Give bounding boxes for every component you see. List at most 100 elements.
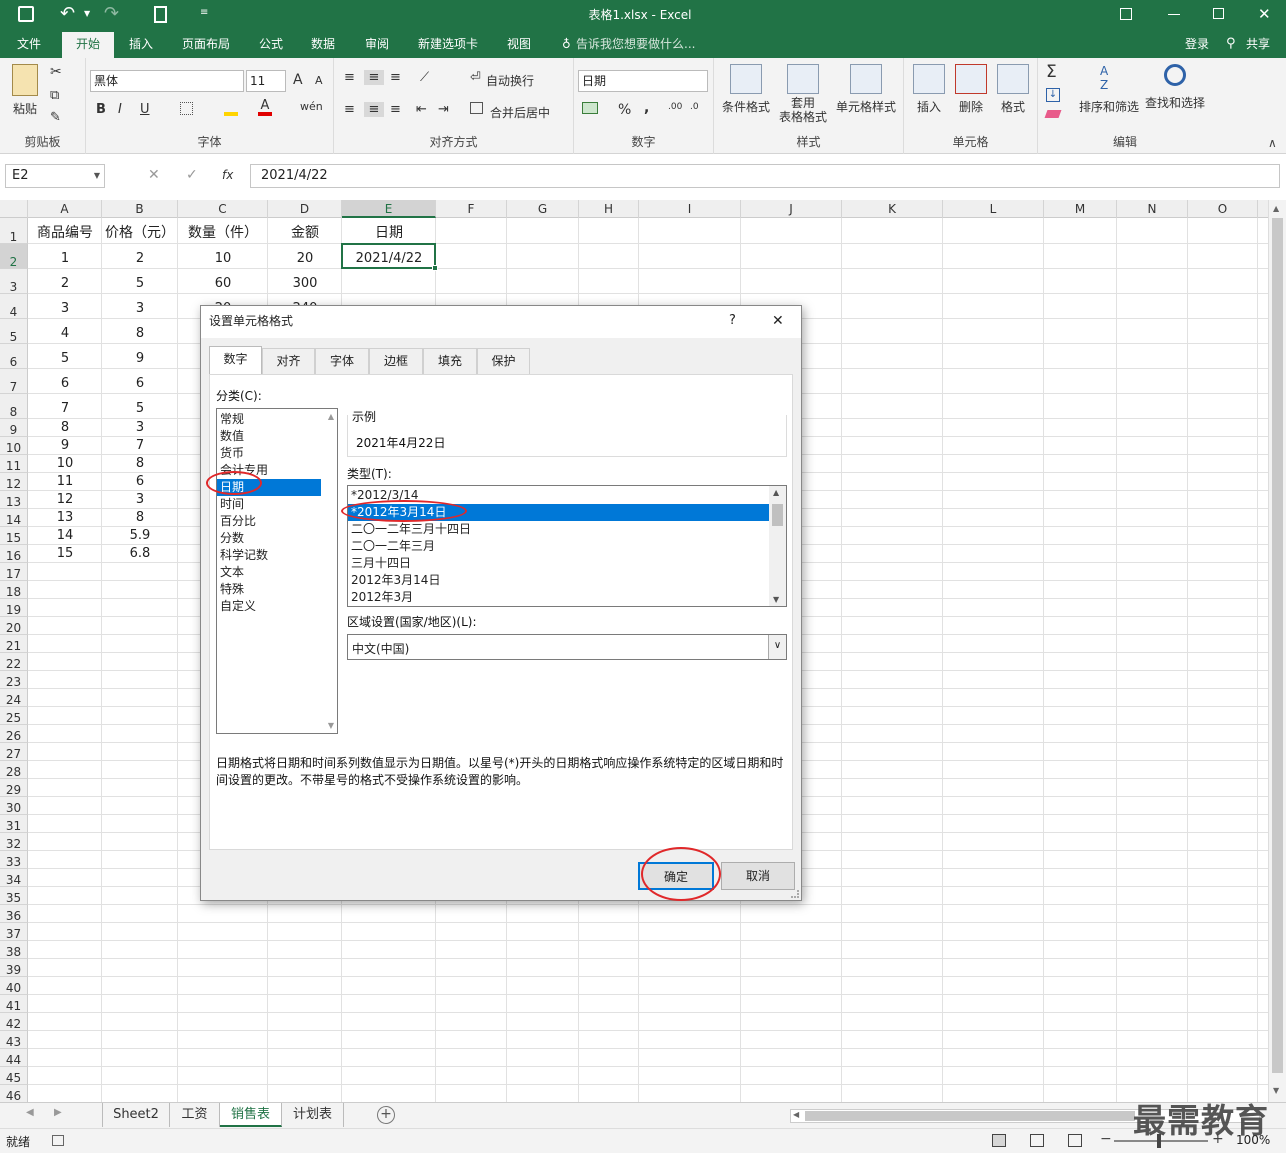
row-header-17[interactable]: 17: [0, 563, 28, 581]
category-item[interactable]: 百分比: [217, 513, 321, 530]
category-item[interactable]: 自定义: [217, 598, 321, 615]
row-header-2[interactable]: 2: [0, 244, 28, 269]
align-top-icon[interactable]: ≡: [344, 70, 355, 85]
cancel-entry-icon[interactable]: ✕: [148, 167, 160, 183]
currency-icon[interactable]: [582, 102, 598, 114]
tab-protection[interactable]: 保护: [477, 348, 530, 374]
row-header-24[interactable]: 24: [0, 689, 28, 707]
row-header-34[interactable]: 34: [0, 869, 28, 887]
column-header-M[interactable]: M: [1044, 200, 1117, 218]
cell-A5[interactable]: 4: [28, 319, 102, 344]
row-header-19[interactable]: 19: [0, 599, 28, 617]
horizontal-scroll-thumb[interactable]: [805, 1111, 1135, 1121]
help-button[interactable]: ?: [729, 306, 736, 336]
locale-select[interactable]: 中文(中国) ∨: [347, 634, 787, 660]
type-item[interactable]: 2012年3月: [348, 589, 769, 606]
cell-A1[interactable]: 商品编号: [28, 218, 102, 244]
prev-sheet-icon[interactable]: ◀: [26, 1107, 34, 1118]
tab-alignment[interactable]: 对齐: [262, 348, 315, 374]
scroll-down-icon[interactable]: ▼: [1273, 1086, 1279, 1095]
row-header-20[interactable]: 20: [0, 617, 28, 635]
dropdown-icon[interactable]: ▼: [84, 9, 90, 18]
tab-review[interactable]: 审阅: [354, 30, 400, 58]
cell-A7[interactable]: 6: [28, 369, 102, 394]
tab-insert[interactable]: 插入: [118, 30, 164, 58]
type-list-scrollbar[interactable]: ▲ ▼: [769, 486, 786, 606]
cell-B5[interactable]: 8: [102, 319, 178, 344]
cell-B1[interactable]: 价格（元）: [102, 218, 178, 244]
name-box[interactable]: E2 ▼: [5, 164, 105, 188]
row-header-31[interactable]: 31: [0, 815, 28, 833]
new-file-icon[interactable]: [154, 6, 167, 23]
cell-A12[interactable]: 11: [28, 473, 102, 491]
macro-record-icon[interactable]: [52, 1135, 64, 1146]
column-header-H[interactable]: H: [579, 200, 639, 218]
cell-D3[interactable]: 300: [268, 269, 342, 294]
cell-B10[interactable]: 7: [102, 437, 178, 455]
chevron-down-icon[interactable]: ▼: [94, 165, 100, 187]
row-header-18[interactable]: 18: [0, 581, 28, 599]
orientation-icon[interactable]: ⟋: [420, 70, 429, 85]
tab-home[interactable]: 开始: [62, 32, 114, 58]
cell-A3[interactable]: 2: [28, 269, 102, 294]
ribbon-options-icon[interactable]: [1120, 8, 1132, 20]
format-painter-icon[interactable]: ✎: [50, 110, 61, 125]
find-select-button[interactable]: 查找和选择: [1142, 64, 1208, 111]
comma-button[interactable]: ,: [644, 100, 649, 116]
column-header-I[interactable]: I: [639, 200, 741, 218]
zoom-out-icon[interactable]: −: [1100, 1131, 1112, 1147]
column-header-K[interactable]: K: [842, 200, 943, 218]
row-header-13[interactable]: 13: [0, 491, 28, 509]
increase-indent-icon[interactable]: ⇥: [438, 102, 449, 117]
cell-A9[interactable]: 8: [28, 419, 102, 437]
font-color-icon[interactable]: A: [258, 99, 272, 116]
row-header-39[interactable]: 39: [0, 959, 28, 977]
undo-icon[interactable]: ↶: [60, 3, 75, 24]
row-header-41[interactable]: 41: [0, 995, 28, 1013]
row-header-37[interactable]: 37: [0, 923, 28, 941]
sheet-tab-wages[interactable]: 工资: [170, 1103, 220, 1127]
row-header-44[interactable]: 44: [0, 1049, 28, 1067]
underline-button[interactable]: U: [140, 102, 150, 117]
column-header-E[interactable]: E: [342, 200, 436, 218]
row-header-16[interactable]: 16: [0, 545, 28, 563]
column-header-C[interactable]: C: [178, 200, 268, 218]
cell-B16[interactable]: 6.8: [102, 545, 178, 563]
row-header-21[interactable]: 21: [0, 635, 28, 653]
clear-icon[interactable]: [1044, 110, 1062, 118]
row-header-6[interactable]: 6: [0, 344, 28, 369]
tab-view[interactable]: 视图: [496, 30, 542, 58]
merge-center-button[interactable]: 合并后居中: [490, 104, 550, 121]
cell-B14[interactable]: 8: [102, 509, 178, 527]
cell-B6[interactable]: 9: [102, 344, 178, 369]
align-middle-icon[interactable]: ≡: [364, 70, 384, 85]
column-header-D[interactable]: D: [268, 200, 342, 218]
row-header-45[interactable]: 45: [0, 1067, 28, 1085]
row-header-29[interactable]: 29: [0, 779, 28, 797]
cell-A14[interactable]: 13: [28, 509, 102, 527]
row-header-36[interactable]: 36: [0, 905, 28, 923]
scroll-down-icon[interactable]: ▼: [328, 721, 334, 730]
row-header-15[interactable]: 15: [0, 527, 28, 545]
row-header-33[interactable]: 33: [0, 851, 28, 869]
scroll-thumb[interactable]: [772, 504, 783, 526]
cell-B12[interactable]: 6: [102, 473, 178, 491]
maximize-icon[interactable]: [1213, 8, 1224, 19]
tab-border[interactable]: 边框: [369, 348, 423, 374]
scroll-up-icon[interactable]: ▲: [773, 488, 779, 497]
scroll-thumb[interactable]: [1272, 218, 1283, 1073]
row-header-14[interactable]: 14: [0, 509, 28, 527]
tab-number[interactable]: 数字: [209, 346, 262, 375]
category-item[interactable]: 时间: [217, 496, 321, 513]
tab-page-layout[interactable]: 页面布局: [172, 30, 240, 58]
copy-icon[interactable]: ⧉: [50, 88, 59, 103]
sort-filter-button[interactable]: AZ 排序和筛选: [1076, 64, 1142, 115]
column-header-O[interactable]: O: [1188, 200, 1258, 218]
scroll-left-icon[interactable]: ◀: [793, 1110, 799, 1119]
column-header-N[interactable]: N: [1117, 200, 1188, 218]
vertical-scrollbar[interactable]: ▲ ▼: [1268, 200, 1286, 1102]
category-item[interactable]: 常规: [217, 411, 321, 428]
cell-styles-button[interactable]: 单元格样式: [834, 64, 898, 115]
align-left-icon[interactable]: ≡: [344, 102, 355, 117]
delete-cells-button[interactable]: 删除: [952, 64, 990, 115]
